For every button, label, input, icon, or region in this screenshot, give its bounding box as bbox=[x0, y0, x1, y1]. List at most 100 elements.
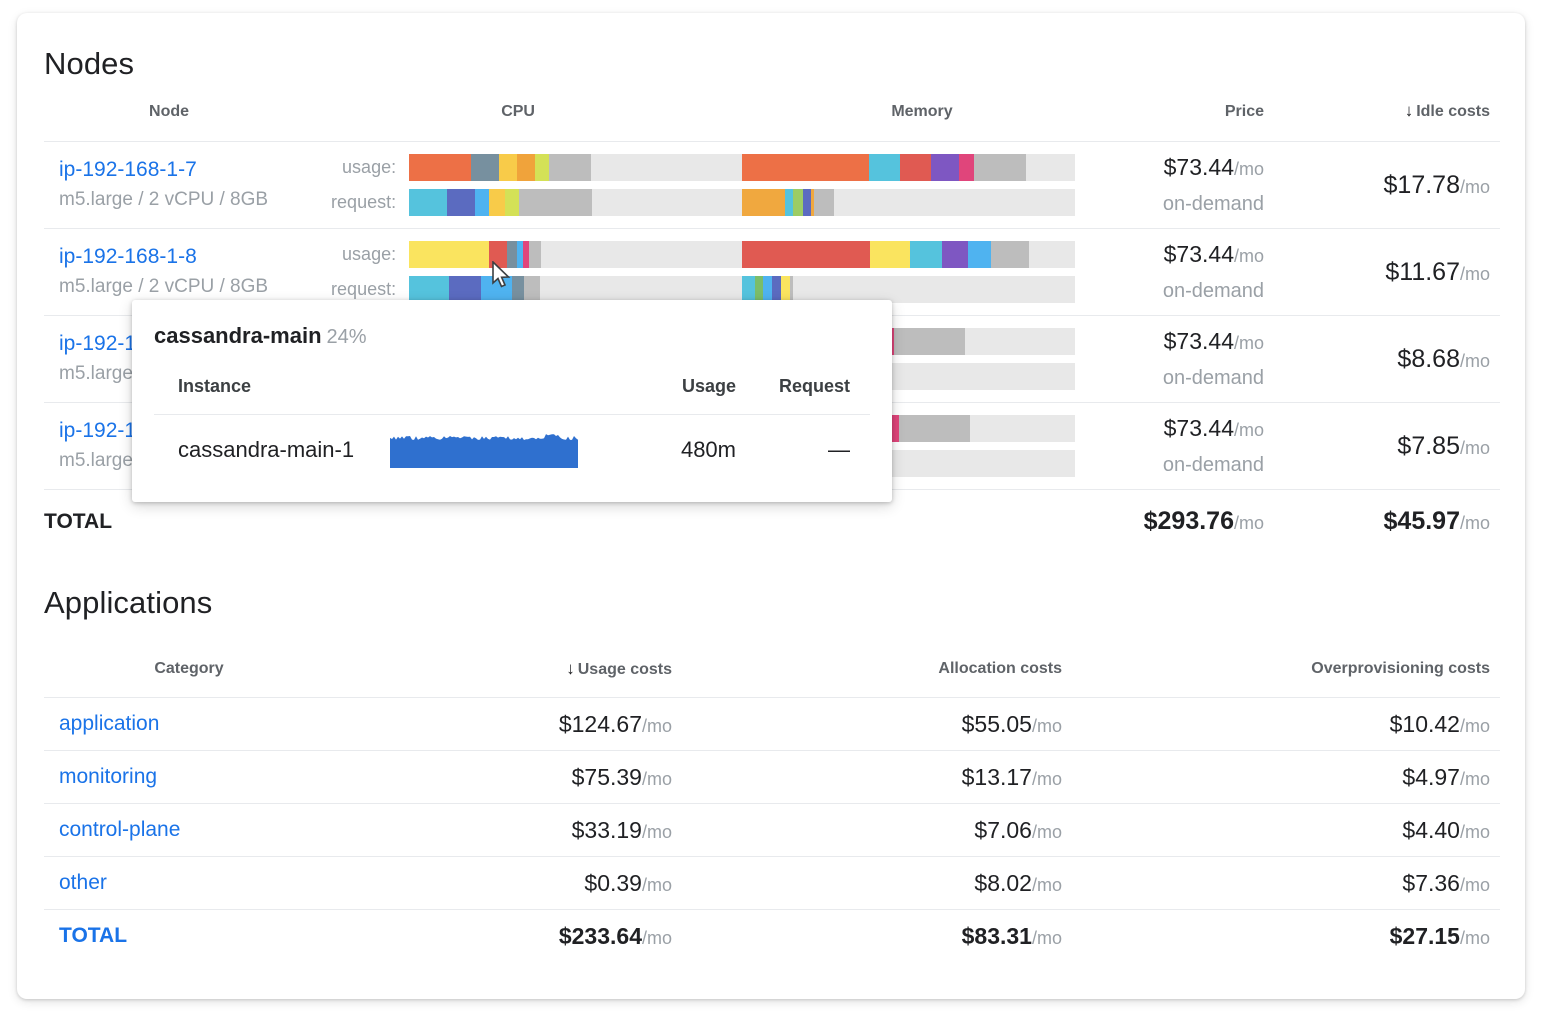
bar-segment[interactable] bbox=[742, 154, 869, 181]
bar-segment[interactable] bbox=[814, 189, 835, 216]
column-header-category[interactable]: Category bbox=[44, 659, 334, 698]
tooltip-instance-row: cassandra-main-1480m— bbox=[154, 415, 870, 485]
tooltip-column-instance: Instance bbox=[154, 376, 390, 415]
applications-table: Category ↓Usage costs Allocation costs O… bbox=[44, 659, 1500, 963]
price-unit: /mo bbox=[1234, 159, 1264, 179]
applications-table-container: Category ↓Usage costs Allocation costs O… bbox=[44, 659, 1500, 963]
usage-costs-unit: /mo bbox=[642, 875, 672, 895]
category-link[interactable]: monitoring bbox=[44, 751, 334, 804]
node-spec: m5.large / 2 vCPU / 8GB bbox=[44, 188, 294, 213]
tooltip-column-usage: Usage bbox=[600, 376, 750, 415]
applications-total-allocation-value: $83.31 bbox=[962, 923, 1032, 949]
cpu-usage-bar[interactable] bbox=[409, 154, 742, 181]
node-link[interactable]: ip-192-168-1-8 bbox=[44, 244, 294, 270]
overprovisioning-costs-cell: $4.40/mo bbox=[1084, 804, 1500, 857]
memory-request-line bbox=[742, 276, 1102, 303]
bar-segment[interactable] bbox=[535, 154, 549, 181]
allocation-costs-unit: /mo bbox=[1032, 716, 1062, 736]
category-link[interactable]: application bbox=[44, 698, 334, 751]
table-row: ip-192-168-1-7 m5.large / 2 vCPU / 8GBusa… bbox=[44, 142, 1500, 229]
bar-segment[interactable] bbox=[968, 241, 991, 268]
cpu-usage-line: usage: bbox=[294, 154, 742, 181]
bar-segment[interactable] bbox=[512, 276, 524, 303]
bar-segment[interactable] bbox=[870, 241, 910, 268]
bar-segment[interactable] bbox=[519, 189, 592, 216]
bar-segment[interactable] bbox=[471, 154, 499, 181]
column-header-allocation-costs[interactable]: Allocation costs bbox=[694, 659, 1084, 698]
column-header-node[interactable]: Node bbox=[44, 101, 294, 142]
bar-segment[interactable] bbox=[910, 241, 942, 268]
usage-costs-unit: /mo bbox=[642, 822, 672, 842]
bar-segment[interactable] bbox=[549, 154, 591, 181]
allocation-costs-cell: $8.02/mo bbox=[694, 857, 1084, 910]
cpu-request-label: request: bbox=[294, 279, 409, 300]
cpu-request-bar[interactable] bbox=[409, 189, 742, 216]
cpu-cell: usage: request: bbox=[294, 142, 742, 229]
bar-segment[interactable] bbox=[772, 276, 781, 303]
bar-segment[interactable] bbox=[991, 241, 1029, 268]
bar-segment[interactable] bbox=[931, 154, 959, 181]
bar-segment[interactable] bbox=[409, 189, 447, 216]
memory-request-line bbox=[742, 189, 1102, 216]
bar-segment[interactable] bbox=[803, 189, 810, 216]
bar-segment[interactable] bbox=[489, 189, 505, 216]
bar-segment[interactable] bbox=[447, 189, 476, 216]
table-row: monitoring$75.39/mo$13.17/mo$4.97/mo bbox=[44, 751, 1500, 804]
column-header-price[interactable]: Price bbox=[1102, 101, 1286, 142]
column-header-overprovisioning-costs[interactable]: Overprovisioning costs bbox=[1084, 659, 1500, 698]
bar-segment[interactable] bbox=[869, 154, 901, 181]
cpu-request-bar[interactable] bbox=[409, 276, 742, 303]
bar-segment[interactable] bbox=[742, 241, 870, 268]
tooltip-table-body: cassandra-main-1480m— bbox=[154, 415, 870, 485]
bar-segment[interactable] bbox=[742, 276, 755, 303]
bar-segment[interactable] bbox=[517, 154, 535, 181]
column-header-usage-costs-label: Usage costs bbox=[578, 661, 672, 678]
column-header-memory[interactable]: Memory bbox=[742, 101, 1102, 142]
bar-segment[interactable] bbox=[894, 328, 966, 355]
bar-segment[interactable] bbox=[524, 276, 540, 303]
nodes-total-price: $293.76/mo bbox=[1102, 490, 1286, 554]
usage-costs-cell: $33.19/mo bbox=[334, 804, 694, 857]
bar-segment[interactable] bbox=[409, 241, 489, 268]
column-header-usage-costs[interactable]: ↓Usage costs bbox=[334, 659, 694, 698]
bar-segment[interactable] bbox=[529, 241, 542, 268]
bar-segment[interactable] bbox=[974, 154, 1026, 181]
cpu-request-line: request: bbox=[294, 189, 742, 216]
bar-segment[interactable] bbox=[505, 189, 519, 216]
category-link[interactable]: control-plane bbox=[44, 804, 334, 857]
price-value: $73.44/mo bbox=[1102, 154, 1264, 181]
bar-segment[interactable] bbox=[499, 154, 517, 181]
memory-request-bar[interactable] bbox=[742, 189, 1075, 216]
nodes-total-idle-unit: /mo bbox=[1460, 513, 1490, 533]
applications-total-label[interactable]: TOTAL bbox=[44, 910, 334, 963]
tooltip-header-row: Instance Usage Request bbox=[154, 376, 870, 415]
bar-segment[interactable] bbox=[793, 189, 803, 216]
bar-segment[interactable] bbox=[785, 189, 793, 216]
applications-total-overprovisioning: $27.15/mo bbox=[1084, 910, 1500, 963]
applications-total-usage-unit: /mo bbox=[642, 928, 672, 948]
bar-segment[interactable] bbox=[755, 276, 764, 303]
bar-segment[interactable] bbox=[790, 276, 793, 303]
price-type: on-demand bbox=[1102, 454, 1264, 477]
bar-segment[interactable] bbox=[959, 154, 974, 181]
bar-segment[interactable] bbox=[900, 154, 931, 181]
column-header-idle-costs[interactable]: ↓Idle costs bbox=[1286, 101, 1500, 142]
memory-request-bar[interactable] bbox=[742, 276, 1075, 303]
memory-usage-bar[interactable] bbox=[742, 241, 1075, 268]
bar-segment[interactable] bbox=[409, 154, 471, 181]
memory-usage-bar[interactable] bbox=[742, 154, 1075, 181]
bar-segment[interactable] bbox=[763, 276, 772, 303]
category-link[interactable]: other bbox=[44, 857, 334, 910]
bar-segment[interactable] bbox=[742, 189, 785, 216]
column-header-cpu[interactable]: CPU bbox=[294, 101, 742, 142]
node-link[interactable]: ip-192-168-1-7 bbox=[44, 157, 294, 183]
bar-segment[interactable] bbox=[475, 189, 489, 216]
cpu-usage-bar[interactable] bbox=[409, 241, 742, 268]
bar-segment[interactable] bbox=[899, 415, 971, 442]
bar-segment[interactable] bbox=[781, 276, 790, 303]
overprovisioning-costs-cell: $7.36/mo bbox=[1084, 857, 1500, 910]
bar-segment[interactable] bbox=[449, 276, 481, 303]
bar-segment[interactable] bbox=[942, 241, 967, 268]
overprovisioning-costs-unit: /mo bbox=[1460, 822, 1490, 842]
bar-segment[interactable] bbox=[409, 276, 449, 303]
